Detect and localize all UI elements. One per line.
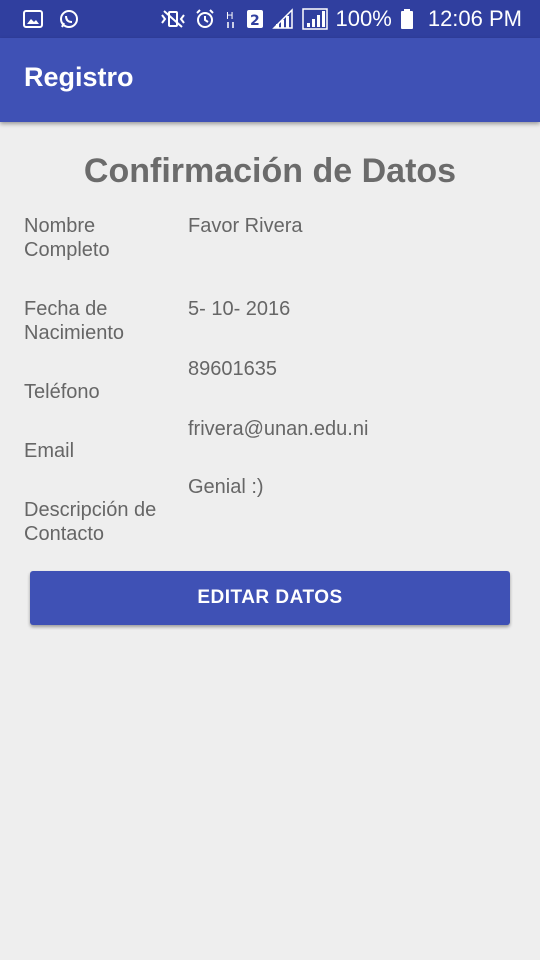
field-value-phone: 89601635 <box>188 358 277 380</box>
vibrate-icon <box>160 10 185 28</box>
signal-icon <box>301 8 328 30</box>
sim2-icon: 2 <box>246 10 263 29</box>
battery-icon <box>400 9 413 29</box>
field-label-full-name: Nombre Completo <box>24 215 110 261</box>
field-value-contact-description: Genial :) <box>188 476 264 498</box>
app-bar: Registro <box>0 38 540 122</box>
page-title: Confirmación de Datos <box>83 152 457 190</box>
signal-icon <box>271 8 293 29</box>
whatsapp-icon <box>60 10 78 28</box>
field-label-email: Email <box>24 440 75 462</box>
field-label-phone: Teléfono <box>24 381 100 403</box>
field-value-email: frivera@unan.edu.ni <box>188 418 369 440</box>
status-bar: H 2 100% 12:06 PM <box>0 0 540 38</box>
alarm-icon <box>195 9 214 28</box>
notification-icons <box>22 8 80 30</box>
battery-percentage: 100% <box>335 6 392 31</box>
field-label-contact-description: Descripción de Contacto <box>24 499 157 545</box>
edit-data-button[interactable]: EDITAR DATOS <box>30 571 510 625</box>
field-label-birth-date: Fecha de Nacimiento <box>24 298 125 344</box>
svg-text:H: H <box>226 11 234 22</box>
hspa-icon: H <box>226 11 234 28</box>
field-value-full-name: Favor Rivera <box>188 215 303 237</box>
system-status: H 2 100% 12:06 PM <box>160 0 522 38</box>
clock: 12:06 PM <box>427 6 522 31</box>
field-value-birth-date: 5- 10- 2016 <box>188 298 291 320</box>
gallery-icon <box>23 10 43 28</box>
svg-text:2: 2 <box>250 13 260 29</box>
app-title: Registro <box>24 62 134 92</box>
